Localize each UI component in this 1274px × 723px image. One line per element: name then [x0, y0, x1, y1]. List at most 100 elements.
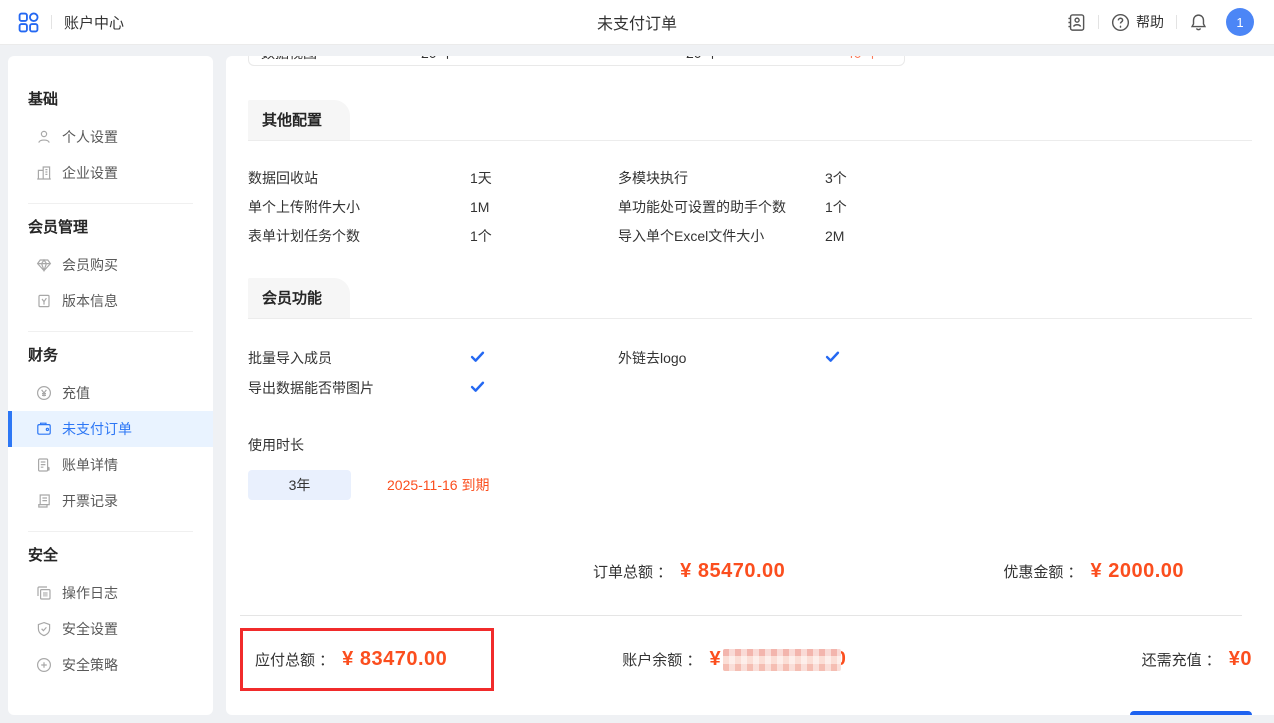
sidebar-section-membership: 会员管理: [8, 216, 213, 237]
sidebar-item-bill-details[interactable]: 账单详情: [8, 447, 213, 483]
discount-label: 优惠金额 ：: [1003, 561, 1082, 582]
shield-check-icon: [36, 621, 52, 637]
sidebar-item-security-policy[interactable]: 安全策略: [8, 647, 213, 683]
feature-label: 导出数据能否带图片: [248, 379, 470, 399]
sidebar-item-label: 安全设置: [62, 619, 118, 639]
user-avatar[interactable]: 1: [1226, 8, 1254, 36]
balance-label: 账户余额 ：: [622, 649, 701, 670]
recharge-needed: 还需充值 ： ¥0: [1142, 648, 1252, 671]
sidebar-item-unpaid-orders[interactable]: 未支付订单: [8, 411, 213, 447]
header-divider: [51, 15, 52, 29]
bell-icon[interactable]: [1189, 13, 1208, 32]
feature-enabled: [470, 349, 618, 369]
check-icon: [470, 349, 485, 364]
sidebar-item-security-settings[interactable]: 安全设置: [8, 611, 213, 647]
contact-book-icon[interactable]: [1067, 13, 1086, 32]
sidebar-item-operation-logs[interactable]: 操作日志: [8, 575, 213, 611]
config-label: 数据回收站: [248, 169, 470, 188]
invoice-icon: [36, 493, 52, 509]
usage-duration-row: 3年 2025-11-16 到期: [248, 470, 1252, 500]
usage-duration-label: 使用时长: [248, 435, 1252, 455]
member-features-tab-bar: 会员功能: [248, 278, 1252, 319]
app-title: 账户中心: [64, 12, 124, 33]
page-title: 未支付订单: [597, 10, 677, 34]
sidebar-section-security: 安全: [8, 544, 213, 565]
wallet-icon: [36, 421, 52, 437]
app-grid-icon[interactable]: [18, 12, 39, 33]
help-button[interactable]: 帮助: [1111, 12, 1164, 32]
sidebar-divider: [28, 331, 193, 332]
clipped-table: 数据视图 20 个 20 个 40 个: [248, 56, 905, 66]
main-panel: 数据视图 20 个 20 个 40 个 其他配置 数据回收站 1天 多模块执行 …: [226, 56, 1274, 715]
sidebar-item-company-settings[interactable]: 企业设置: [8, 155, 213, 191]
clipped-row-label: 数据视图: [261, 56, 421, 63]
totals-divider: [240, 615, 1242, 616]
sidebar-section-basic: 基础: [8, 88, 213, 109]
top-header: 账户中心 未支付订单 帮助 1: [0, 0, 1274, 45]
sidebar-item-invoice-records[interactable]: 开票记录: [8, 483, 213, 519]
shield-plus-icon: [36, 657, 52, 673]
payable-row: 应付总额 ： ¥ 83470.00 账户余额 ： ¥ 00 还需充值 ： ¥0: [248, 628, 1252, 691]
config-value: 2M: [825, 227, 1252, 246]
sidebar-item-label: 个人设置: [62, 127, 118, 147]
header-right: 帮助 1: [1067, 8, 1254, 36]
check-icon: [825, 349, 840, 364]
sidebar-divider: [28, 531, 193, 532]
member-features-grid: 批量导入成员 外链去logo 导出数据能否带图片: [248, 349, 1252, 399]
sidebar-item-personal-settings[interactable]: 个人设置: [8, 119, 213, 155]
order-total: 订单总额 ： ¥ 85470.00: [593, 560, 785, 583]
bill-icon: [36, 457, 52, 473]
recharge-label: 还需充值 ：: [1142, 649, 1221, 670]
header-divider: [1176, 15, 1177, 29]
duration-chip[interactable]: 3年: [248, 470, 351, 500]
clipped-row-value-highlight: 40 个: [846, 56, 879, 63]
order-totals-row: 订单总额 ： ¥ 85470.00 优惠金额 ： ¥ 2000.00: [248, 560, 1252, 583]
config-value: 1个: [825, 198, 1252, 217]
redaction-mosaic: [723, 649, 841, 671]
sidebar-item-label: 未支付订单: [62, 419, 132, 439]
discount-amount: 优惠金额 ： ¥ 2000.00: [1003, 560, 1184, 583]
sidebar-item-label: 充值: [62, 383, 90, 403]
sidebar-item-label: 安全策略: [62, 655, 118, 675]
diamond-icon: [36, 257, 52, 273]
config-value: 1M: [470, 198, 618, 217]
config-value: 1个: [470, 227, 618, 246]
sidebar: 基础 个人设置 企业设置 会员管理 会员购买 版本信息: [8, 56, 213, 715]
balance-currency: ¥: [709, 648, 720, 671]
sidebar-item-member-purchase[interactable]: 会员购买: [8, 247, 213, 283]
sidebar-item-label: 操作日志: [62, 583, 118, 603]
feature-enabled: [470, 379, 618, 399]
building-icon: [36, 165, 52, 181]
feature-label: 外链去logo: [618, 349, 825, 369]
help-label: 帮助: [1136, 12, 1164, 32]
body-row: 基础 个人设置 企业设置 会员管理 会员购买 版本信息: [0, 45, 1274, 715]
other-config-tab-bar: 其他配置: [248, 100, 1252, 141]
recharge-value: ¥0: [1229, 648, 1252, 671]
check-icon: [470, 379, 485, 394]
feature-enabled: [825, 349, 1252, 369]
clipped-table-row: 数据视图 20 个 20 个 40 个: [248, 56, 905, 66]
sidebar-item-label: 开票记录: [62, 491, 118, 511]
other-config-grid: 数据回收站 1天 多模块执行 3个 单个上传附件大小 1M 单功能处可设置的助手…: [248, 169, 1252, 246]
sidebar-item-label: 版本信息: [62, 291, 118, 311]
sidebar-divider: [28, 203, 193, 204]
sidebar-item-recharge[interactable]: 充值: [8, 375, 213, 411]
config-label: 单个上传附件大小: [248, 198, 470, 217]
header-left: 账户中心: [18, 12, 124, 33]
order-total-value: ¥ 85470.00: [680, 560, 785, 583]
config-label: 单功能处可设置的助手个数: [618, 198, 825, 217]
payable-label: 应付总额 ：: [255, 649, 334, 670]
coin-icon: [36, 385, 52, 401]
help-icon: [1111, 13, 1130, 32]
other-config-tab: 其他配置: [248, 100, 350, 140]
feature-label: 批量导入成员: [248, 349, 470, 369]
confirm-pay-button[interactable]: 确认支付: [1130, 711, 1252, 715]
clipped-row-value: 20 个: [421, 56, 686, 63]
clipped-row-value: 20 个: [686, 56, 846, 63]
sidebar-item-version-info[interactable]: 版本信息: [8, 283, 213, 319]
config-label: 表单计划任务个数: [248, 227, 470, 246]
avatar-text: 1: [1236, 15, 1243, 30]
expiry-date: 2025-11-16 到期: [387, 475, 489, 495]
version-icon: [36, 293, 52, 309]
sidebar-section-finance: 财务: [8, 344, 213, 365]
